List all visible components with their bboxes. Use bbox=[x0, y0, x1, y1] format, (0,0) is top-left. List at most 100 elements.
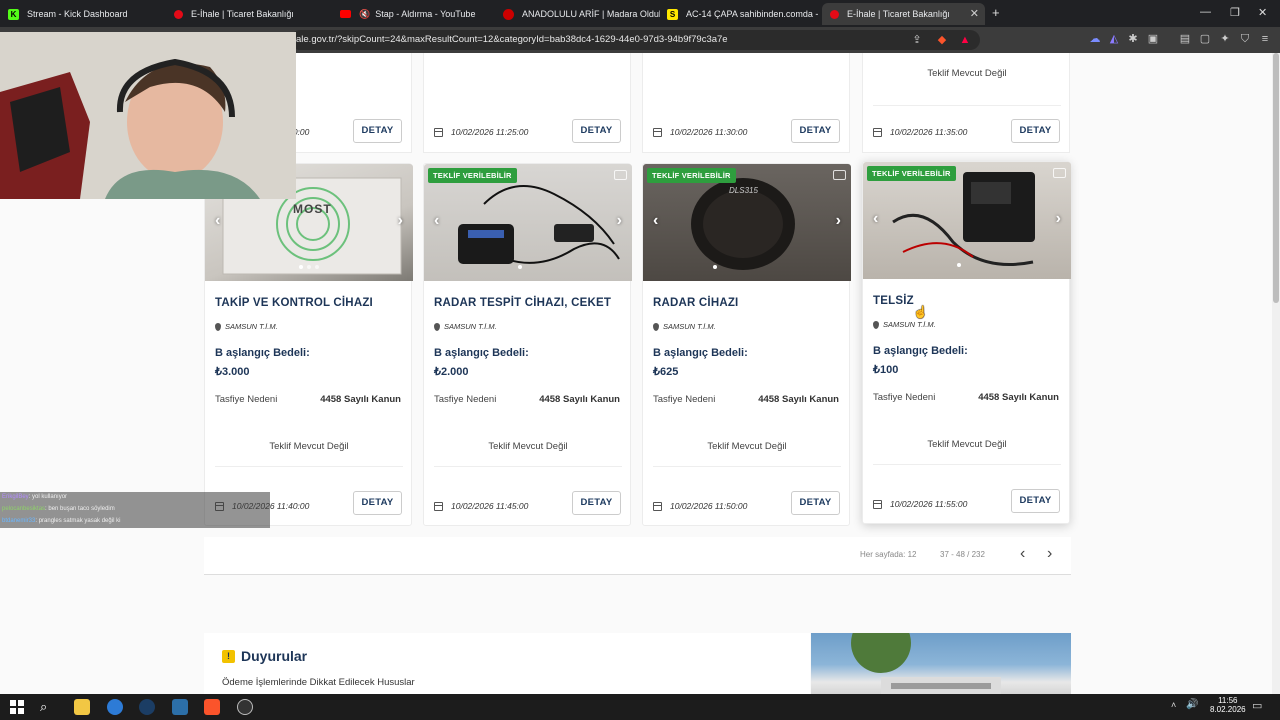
carousel-prev-icon[interactable]: ‹ bbox=[873, 210, 878, 228]
auction-title[interactable]: RADAR CİHAZI bbox=[653, 297, 738, 309]
page-scrollbar[interactable] bbox=[1272, 53, 1280, 694]
announcements-title: Duyurular bbox=[241, 648, 308, 664]
clock-time: 11:56 bbox=[1218, 696, 1238, 705]
detay-button[interactable]: DETAY bbox=[353, 491, 402, 515]
steam-icon[interactable] bbox=[139, 699, 155, 715]
chrome-icon[interactable] bbox=[107, 699, 123, 715]
carousel-dots bbox=[957, 263, 961, 267]
product-brand-text: MOST bbox=[293, 202, 332, 216]
detay-button[interactable]: DETAY bbox=[572, 119, 621, 143]
auction-title[interactable]: RADAR TESPİT CİHAZI, CEKET bbox=[434, 297, 611, 309]
tab-manager-icon[interactable]: ▣ bbox=[1146, 32, 1160, 46]
leo-ai-icon[interactable]: ✦ bbox=[1218, 32, 1232, 46]
detay-button[interactable]: DETAY bbox=[791, 491, 840, 515]
bedel-label: B aşlangıç Bedeli: bbox=[434, 347, 529, 359]
auction-date: 10/02/2026 11:45:00 bbox=[451, 501, 529, 511]
muted-audio-icon[interactable]: 🔇 bbox=[359, 9, 370, 20]
brave-rewards-icon[interactable]: ▲ bbox=[958, 33, 972, 47]
bedel-value: ₺2.000 bbox=[434, 366, 469, 378]
auction-date: 10/02/2026 11:50:00 bbox=[670, 501, 748, 511]
gallery-icon[interactable] bbox=[1053, 168, 1066, 178]
minimize-icon[interactable]: — bbox=[1200, 6, 1211, 18]
tab-anadolulu[interactable]: ANADOLULU ARİF | Madara Olduk # bbox=[495, 3, 660, 25]
next-page-icon[interactable]: › bbox=[1047, 545, 1052, 563]
detay-button[interactable]: DETAY bbox=[572, 491, 621, 515]
close-window-icon[interactable]: ✕ bbox=[1258, 6, 1267, 19]
per-page-label[interactable]: Her sayfada: 12 bbox=[860, 550, 916, 559]
carousel-next-icon[interactable]: › bbox=[398, 212, 403, 230]
gallery-icon[interactable] bbox=[614, 170, 627, 180]
obs-icon[interactable] bbox=[237, 699, 253, 715]
teklif-status: Teklif Mevcut Değil bbox=[927, 439, 1007, 450]
gallery-icon[interactable] bbox=[833, 170, 846, 180]
product-model-text: DLS315 bbox=[729, 186, 758, 195]
windows-taskbar: ⌕ ˄ 🔊 11:56 8.02.2026 ▭ bbox=[0, 694, 1280, 720]
scrollbar-thumb[interactable] bbox=[1273, 53, 1279, 303]
url-text: ale.gov.tr/?skipCount=24&maxResultCount=… bbox=[296, 34, 728, 45]
carousel-next-icon[interactable]: › bbox=[836, 212, 841, 230]
bedel-value: ₺625 bbox=[653, 366, 679, 378]
clock-date: 8.02.2026 bbox=[1210, 705, 1246, 714]
tab-youtube[interactable]: 🔇 Stap - Aldırma - YouTube bbox=[332, 3, 497, 25]
divider bbox=[873, 105, 1061, 106]
new-tab-button[interactable]: + bbox=[992, 5, 1000, 20]
auction-title[interactable]: TAKİP VE KONTROL CİHAZI bbox=[215, 297, 373, 309]
url-field[interactable]: ale.gov.tr/?skipCount=24&maxResultCount=… bbox=[290, 30, 980, 50]
tab-sahibinden[interactable]: S AC-14 ÇAPA sahibinden.comda - 128 bbox=[659, 3, 819, 25]
chat-message: : yol kullanıyor bbox=[28, 494, 68, 500]
tasfiye-label: Tasfiye Nedeni bbox=[873, 392, 936, 403]
bedel-value: ₺3.000 bbox=[215, 366, 250, 378]
search-icon[interactable]: ⌕ bbox=[40, 699, 56, 715]
carousel-next-icon[interactable]: › bbox=[617, 212, 622, 230]
product-image-carousel[interactable]: TEKLİF VERİLEBİLİR ‹ › bbox=[863, 162, 1071, 279]
auction-card[interactable]: TEKLİF VERİLEBİLİR ‹ › RADAR TESPİT CİHA… bbox=[423, 163, 632, 526]
brave-icon[interactable] bbox=[204, 699, 220, 715]
announcement-item[interactable]: Ödeme İşlemlerinde Dikkat Edilecek Husus… bbox=[222, 677, 415, 688]
tasfiye-value: 4458 Sayılı Kanun bbox=[320, 394, 401, 405]
webcam-overlay bbox=[0, 32, 296, 199]
notifications-icon[interactable]: ▭ bbox=[1252, 699, 1262, 712]
tab-eihale-active[interactable]: E-İhale | Ticaret Bakanlığı ✕ bbox=[822, 3, 985, 25]
sidebar-icon[interactable]: ▤ bbox=[1178, 32, 1192, 46]
detay-button[interactable]: DETAY bbox=[1011, 489, 1060, 513]
maximize-icon[interactable]: ❐ bbox=[1230, 6, 1240, 19]
tab-kick[interactable]: K Stream - Kick Dashboard bbox=[0, 3, 165, 25]
vpn-shield-icon[interactable]: ⛉ bbox=[1238, 32, 1252, 46]
auction-card[interactable]: TEKLİF VERİLEBİLİR ‹ › TELSİZ SAMSUN T.İ… bbox=[862, 161, 1071, 524]
file-explorer-icon[interactable] bbox=[74, 699, 90, 715]
tray-chevron-icon[interactable]: ˄ bbox=[1171, 700, 1176, 710]
volume-icon[interactable]: 🔊 bbox=[1186, 699, 1198, 710]
share-icon[interactable]: ⇪ bbox=[910, 33, 924, 47]
menu-icon[interactable]: ≡ bbox=[1258, 32, 1272, 46]
clock[interactable]: 11:56 8.02.2026 bbox=[1210, 696, 1246, 714]
browser-tab-bar: K Stream - Kick Dashboard E-İhale | Tica… bbox=[0, 0, 1280, 27]
auction-location: SAMSUN T.İ.M. bbox=[663, 322, 716, 331]
detay-button[interactable]: DETAY bbox=[791, 119, 840, 143]
chat-message: : prangles satmak yasak değil ki bbox=[35, 518, 121, 524]
carousel-next-icon[interactable]: › bbox=[1056, 210, 1061, 228]
teklif-status: Teklif Mevcut Değil bbox=[707, 441, 787, 452]
detay-button[interactable]: DETAY bbox=[353, 119, 402, 143]
extensions-puzzle-icon[interactable]: ✱ bbox=[1126, 32, 1140, 46]
product-image-carousel[interactable]: TEKLİF VERİLEBİLİR ‹ › bbox=[424, 164, 632, 281]
close-tab-icon[interactable]: ✕ bbox=[970, 7, 979, 20]
tab-eihale[interactable]: E-İhale | Ticaret Bakanlığı bbox=[166, 3, 331, 25]
extension-icon[interactable]: ◭ bbox=[1107, 32, 1121, 46]
auction-card[interactable]: MOST ‹ › TAKİP VE KONTROL CİHAZI SAMSUN … bbox=[204, 163, 413, 526]
app-icon[interactable] bbox=[172, 699, 188, 715]
auction-card[interactable]: DLS315 TEKLİF VERİLEBİLİR ‹ › RADAR CİHA… bbox=[642, 163, 851, 526]
vpn-icon[interactable]: ☁ bbox=[1088, 32, 1102, 46]
carousel-prev-icon[interactable]: ‹ bbox=[653, 212, 658, 230]
detay-button[interactable]: DETAY bbox=[1011, 119, 1060, 143]
chat-message: : ben buşan taco söyledim bbox=[45, 506, 115, 512]
carousel-prev-icon[interactable]: ‹ bbox=[215, 212, 220, 230]
windows-start-icon[interactable] bbox=[9, 699, 25, 715]
location-pin-icon bbox=[215, 322, 221, 331]
prev-page-icon[interactable]: ‹ bbox=[1020, 545, 1025, 563]
brave-shield-icon[interactable]: ◆ bbox=[935, 33, 949, 47]
product-image-carousel[interactable]: DLS315 TEKLİF VERİLEBİLİR ‹ › bbox=[643, 164, 851, 281]
auction-title[interactable]: TELSİZ bbox=[873, 295, 914, 307]
carousel-prev-icon[interactable]: ‹ bbox=[434, 212, 439, 230]
tab-title: ANADOLULU ARİF | Madara Olduk # bbox=[522, 9, 660, 19]
wallet-icon[interactable]: ▢ bbox=[1198, 32, 1212, 46]
